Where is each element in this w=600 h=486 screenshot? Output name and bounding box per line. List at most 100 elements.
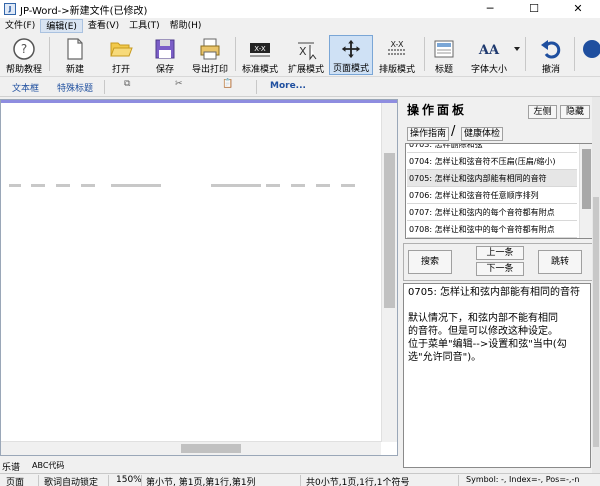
scroll-thumb[interactable] — [582, 149, 591, 209]
score-mode-icon: X-X — [388, 40, 406, 55]
list-item[interactable]: 0708: 怎样让和弦中的每个音符都有附点 — [407, 221, 577, 238]
folder-open-icon — [110, 42, 133, 57]
dock-left-button[interactable]: 左侧 — [528, 105, 557, 119]
next-button[interactable]: 下一条 — [476, 262, 524, 276]
font-size-button[interactable]: AA 字体大小 — [466, 35, 512, 75]
list-item-selected[interactable]: 0705: 怎样让和弦内部能有相同的音符 — [407, 170, 577, 187]
staff-dash — [341, 184, 355, 187]
window-controls: ─ ☐ ✕ — [468, 0, 600, 18]
textbox-link[interactable]: 文本框 — [12, 81, 39, 94]
search-nav-group: 搜索 上一条 下一条 跳转 — [403, 243, 596, 281]
cut-icon[interactable]: ✂ — [175, 79, 183, 89]
staff-dash — [211, 184, 261, 187]
list-item[interactable]: 0707: 怎样让和弦内的每个音符都有附点 — [407, 204, 577, 221]
redo-icon — [583, 40, 600, 58]
toolbar-divider — [104, 80, 105, 94]
tab-score[interactable]: 乐谱 — [2, 460, 20, 473]
main-toolbar: ? 帮助教程 新建 打开 保存 导出打印 X-X 标准模式 X 扩展模式 页面模… — [0, 33, 600, 77]
prev-button[interactable]: 上一条 — [476, 246, 524, 260]
extended-mode-button[interactable]: X 扩展模式 — [284, 35, 328, 75]
font-size-label: 字体大小 — [470, 65, 507, 75]
title-bar: J JP-Word->新建文件(已修改) ─ ☐ ✕ — [0, 0, 600, 18]
menu-help[interactable]: 帮助(H) — [165, 19, 207, 33]
header-icon — [434, 40, 454, 58]
header-button[interactable]: 标题 — [430, 35, 458, 75]
slash-separator: / — [451, 124, 456, 139]
hide-panel-button[interactable]: 隐藏 — [560, 105, 590, 119]
staff-dash — [316, 184, 330, 187]
guide-button[interactable]: 操作指南 — [407, 127, 449, 141]
toolbar-divider — [235, 37, 236, 71]
staff-dash — [111, 184, 161, 187]
description-title: 0705: 怎样让和弦内部能有相同的音符 — [408, 287, 580, 298]
panel-title: 操作面板 — [407, 103, 468, 117]
close-button[interactable]: ✕ — [556, 0, 600, 18]
jump-button[interactable]: 跳转 — [538, 250, 582, 274]
staff-dash — [266, 184, 280, 187]
special-title-link[interactable]: 特殊标题 — [57, 81, 93, 94]
scroll-thumb[interactable] — [181, 444, 241, 453]
minimize-button[interactable]: ─ — [468, 0, 512, 18]
list-item[interactable]: 0704: 怎样让和弦音符不压扁(压扁/缩小) — [407, 153, 577, 170]
menu-edit[interactable]: 编辑(E) — [40, 18, 83, 33]
status-divider — [458, 475, 459, 486]
maximize-button[interactable]: ☐ — [512, 0, 556, 18]
status-divider — [300, 475, 301, 486]
floppy-disk-icon — [155, 39, 175, 59]
toolbar-divider — [574, 37, 575, 71]
new-button[interactable]: 新建 — [58, 35, 92, 75]
staff-dash — [56, 184, 70, 187]
font-size-dropdown[interactable] — [513, 35, 521, 75]
list-scrollbar[interactable] — [579, 144, 593, 238]
save-label: 保存 — [155, 65, 174, 75]
status-zoom: 150% — [116, 475, 142, 485]
save-button[interactable]: 保存 — [148, 35, 182, 75]
status-divider — [141, 475, 142, 486]
status-counts: 共0小节,1页,1行,1个符号 — [306, 478, 410, 486]
menu-file[interactable]: 文件(F) — [0, 19, 40, 33]
help-button[interactable]: ? 帮助教程 — [2, 35, 46, 75]
copy-icon[interactable]: ⧉ — [124, 79, 130, 89]
search-button[interactable]: 搜索 — [408, 250, 452, 274]
new-label: 新建 — [65, 65, 84, 75]
tab-abc-code[interactable]: ABC代码 — [32, 460, 64, 471]
status-page: 页面 — [6, 478, 25, 486]
editor-horizontal-scrollbar[interactable] — [1, 441, 381, 455]
topic-description: 0705: 怎样让和弦内部能有相同的音符 默认情况下，和弦内部不能有相同 的音符… — [403, 283, 591, 468]
panel-scrollbar[interactable] — [592, 97, 600, 473]
app-icon: J — [4, 3, 16, 15]
extended-mode-icon: X — [298, 42, 317, 61]
undo-button[interactable]: 撤消 — [532, 35, 570, 75]
list-item[interactable]: 0703: 怎样删除和弦 — [407, 144, 577, 153]
toolbar-divider — [424, 37, 425, 71]
status-bar: 页面 歌词自动锁定 150% 第小节, 第1页,第1行,第1列 共0小节,1页,… — [0, 473, 600, 486]
undo-label: 撤消 — [541, 65, 560, 75]
scroll-thumb[interactable] — [593, 197, 599, 447]
export-print-label: 导出打印 — [191, 65, 228, 75]
topic-list[interactable]: 0703: 怎样删除和弦 0704: 怎样让和弦音符不压扁(压扁/缩小) 070… — [405, 143, 594, 239]
extended-mode-label: 扩展模式 — [287, 65, 324, 75]
secondary-toolbar: 文本框 特殊标题 ⧉ ✂ 📋 More... — [0, 77, 600, 97]
standard-mode-button[interactable]: X-X 标准模式 — [238, 35, 282, 75]
export-print-button[interactable]: 导出打印 — [188, 35, 232, 75]
more-link[interactable]: More... — [270, 81, 306, 91]
list-item[interactable]: 0706: 怎样让和弦音符任意顺序排列 — [407, 187, 577, 204]
paste-icon[interactable]: 📋 — [222, 79, 233, 89]
open-button[interactable]: 打开 — [104, 35, 138, 75]
undo-icon — [541, 40, 561, 59]
menu-tools[interactable]: 工具(T) — [124, 19, 165, 33]
score-mode-button[interactable]: X-X 排版模式 — [375, 35, 419, 75]
redo-button[interactable] — [580, 35, 600, 75]
score-editor[interactable] — [0, 99, 398, 456]
description-line: 默认情况下，和弦内部不能有相同 — [408, 313, 558, 324]
toolbar-divider — [525, 37, 526, 71]
scroll-thumb[interactable] — [384, 153, 395, 308]
status-position: 第小节, 第1页,第1行,第1列 — [146, 478, 256, 486]
standard-mode-label: 标准模式 — [241, 65, 278, 75]
health-check-button[interactable]: 健康体检 — [461, 127, 503, 141]
status-divider — [108, 475, 109, 486]
editor-vertical-scrollbar[interactable] — [381, 103, 397, 442]
menu-view[interactable]: 查看(V) — [83, 19, 124, 33]
staff-dash — [9, 184, 21, 187]
page-mode-button[interactable]: 页面模式 — [329, 35, 373, 75]
